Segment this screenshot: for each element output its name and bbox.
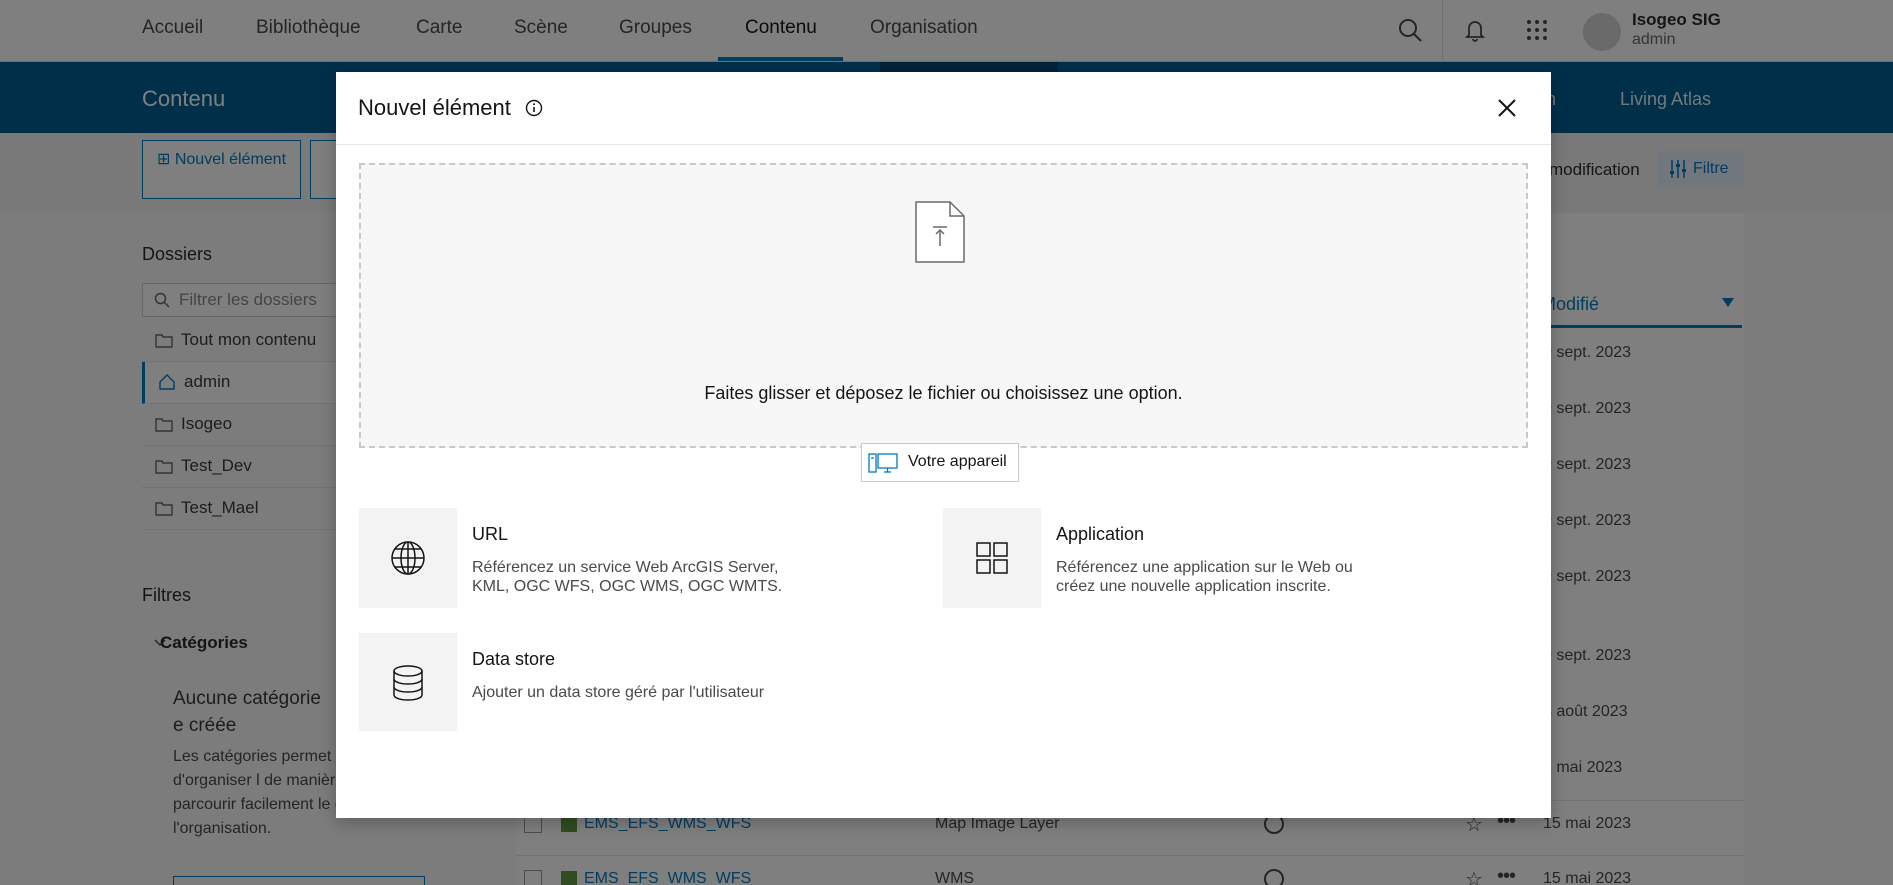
- your-device-button[interactable]: Votre appareil: [861, 443, 1019, 482]
- info-icon[interactable]: [524, 98, 544, 118]
- option-data-store-description: Ajouter un data store géré par l'utilisa…: [472, 684, 765, 701]
- option-application[interactable]: Application Référencez une application s…: [943, 508, 1503, 608]
- file-upload-icon: [914, 200, 966, 264]
- option-url-title: URL: [472, 524, 509, 544]
- modal-title: Nouvel élément: [358, 95, 511, 120]
- globe-icon: [391, 541, 425, 575]
- file-dropzone[interactable]: Faites glisser et déposez le fichier ou …: [359, 163, 1528, 482]
- option-data-store-title: Data store: [472, 649, 556, 669]
- option-data-store[interactable]: Data store Ajouter un data store géré pa…: [359, 633, 919, 731]
- option-application-title: Application: [1056, 524, 1145, 544]
- close-icon[interactable]: [1490, 91, 1524, 125]
- modal-header: Nouvel élément: [336, 72, 1551, 145]
- apps-grid-icon: [976, 542, 1008, 574]
- option-application-description: Référencez une application sur le Web ou…: [1056, 559, 1353, 595]
- new-item-modal: Nouvel élément Faites glisser et déposez…: [336, 72, 1551, 818]
- dropzone-text: Faites glisser et déposez le fichier ou …: [704, 383, 1183, 403]
- option-application-tile: [943, 508, 1041, 608]
- your-device-label: Votre appareil: [908, 453, 1007, 470]
- option-url-tile: [359, 508, 457, 608]
- option-url-description: Référencez un service Web ArcGIS Server,…: [472, 559, 783, 595]
- option-url[interactable]: URL Référencez un service Web ArcGIS Ser…: [359, 508, 919, 608]
- device-icon: [868, 451, 898, 475]
- database-icon: [393, 665, 423, 701]
- option-data-store-tile: [359, 633, 457, 731]
- dropzone-text-wrap: Faites glisser et déposez le fichier ou …: [361, 383, 1526, 404]
